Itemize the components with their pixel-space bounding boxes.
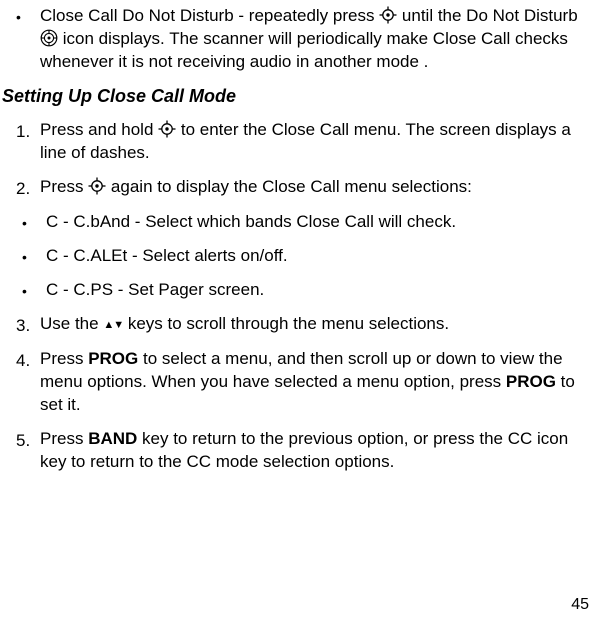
- list-item: • C - C.bAnd - Select which bands Close …: [0, 210, 585, 234]
- close-call-icon: [88, 177, 106, 195]
- text: icon displays. The scanner will periodic…: [40, 29, 568, 71]
- close-call-icon: [158, 120, 176, 138]
- step-number: 3.: [16, 312, 40, 337]
- text: again to display the Close Call menu sel…: [111, 177, 472, 196]
- step-number: 1.: [16, 118, 40, 143]
- list-item: • C - C.ALEt - Select alerts on/off.: [0, 244, 585, 268]
- bullet-marker: •: [22, 244, 46, 268]
- text: Press: [40, 429, 88, 448]
- step-number: 4.: [16, 347, 40, 372]
- list-item-text: Press BAND key to return to the previous…: [40, 427, 585, 474]
- list-item: 1. Press and hold to enter the Close Cal…: [0, 118, 585, 165]
- list-item-text: Use the ▲▼ keys to scroll through the me…: [40, 312, 585, 336]
- key-label: PROG: [506, 372, 556, 391]
- list-item: 4. Press PROG to select a menu, and then…: [0, 347, 585, 417]
- text: until the Do Not Disturb: [402, 6, 578, 25]
- list-item-text: Close Call Do Not Disturb - repeatedly p…: [40, 4, 585, 74]
- list-item-text: C - C.PS - Set Pager screen.: [46, 278, 585, 302]
- list-item: • C - C.PS - Set Pager screen.: [0, 278, 585, 302]
- text: Use the: [40, 314, 103, 333]
- list-item-text: Press again to display the Close Call me…: [40, 175, 585, 199]
- text: Close Call Do Not Disturb - repeatedly p…: [40, 6, 379, 25]
- section-heading: Setting Up Close Call Mode: [0, 84, 585, 108]
- key-label: BAND: [88, 429, 137, 448]
- text: Press: [40, 349, 88, 368]
- bullet-marker: •: [22, 210, 46, 234]
- list-item: • Close Call Do Not Disturb - repeatedly…: [0, 4, 585, 74]
- close-call-dnd-icon: [40, 29, 58, 47]
- list-item-text: C - C.ALEt - Select alerts on/off.: [46, 244, 585, 268]
- bullet-marker: •: [22, 278, 46, 302]
- list-item: 2. Press again to display the Close Call…: [0, 175, 585, 200]
- list-item: 5. Press BAND key to return to the previ…: [0, 427, 585, 474]
- up-down-arrows-icon: ▲▼: [103, 320, 123, 331]
- list-item: 3. Use the ▲▼ keys to scroll through the…: [0, 312, 585, 337]
- close-call-icon: [379, 6, 397, 24]
- text: Press and hold: [40, 120, 158, 139]
- step-number: 2.: [16, 175, 40, 200]
- key-label: PROG: [88, 349, 138, 368]
- text: Press: [40, 177, 88, 196]
- list-item-text: Press and hold to enter the Close Call m…: [40, 118, 585, 165]
- bullet-marker: •: [16, 4, 40, 28]
- list-item-text: Press PROG to select a menu, and then sc…: [40, 347, 585, 417]
- list-item-text: C - C.bAnd - Select which bands Close Ca…: [46, 210, 585, 234]
- step-number: 5.: [16, 427, 40, 452]
- page-number: 45: [571, 594, 589, 616]
- text: keys to scroll through the menu selectio…: [128, 314, 449, 333]
